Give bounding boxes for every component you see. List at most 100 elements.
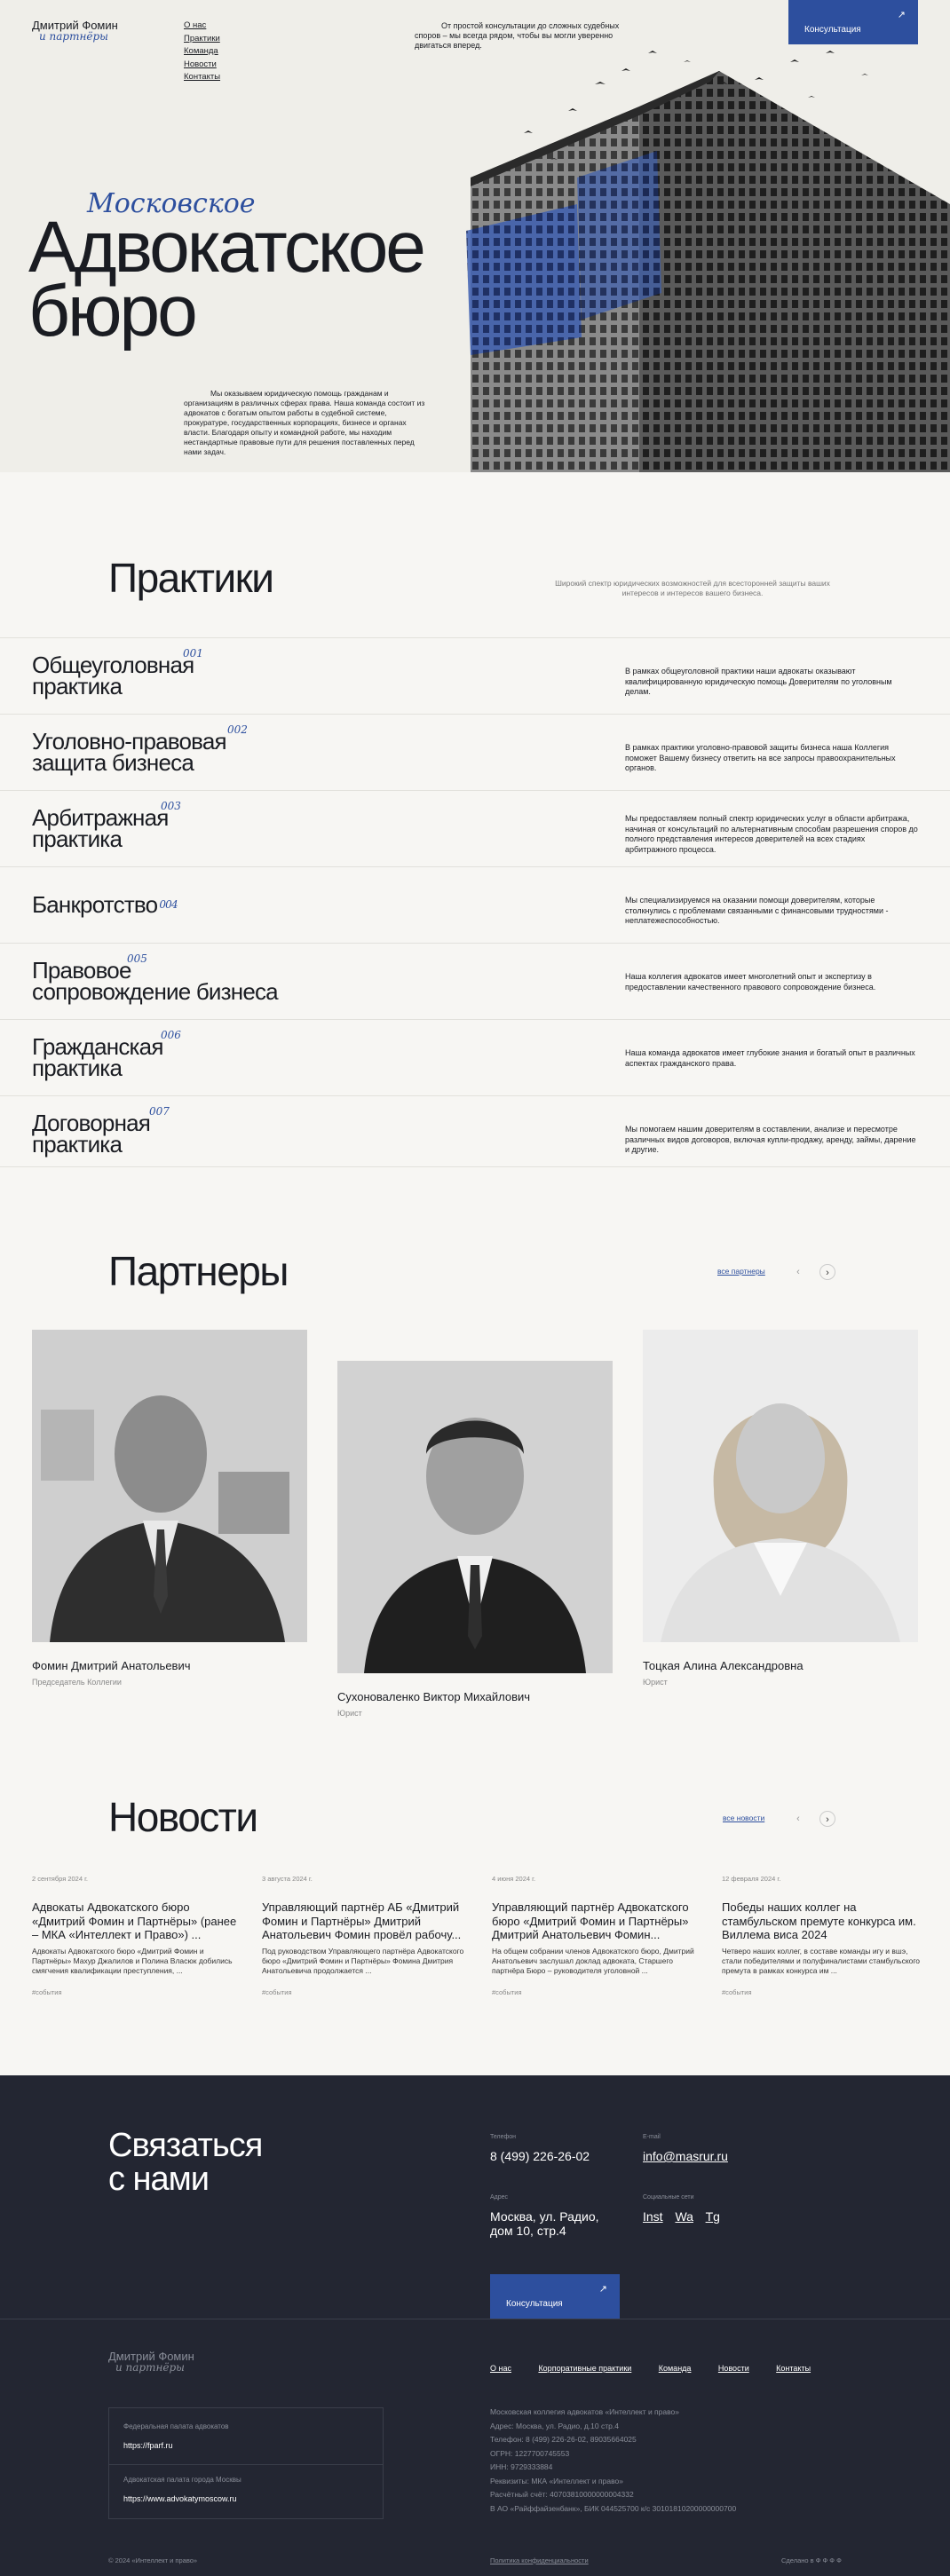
news-card[interactable]: 3 августа 2024 г. Управляющий партнёр АБ … <box>262 1875 470 1996</box>
practice-title: Гражданская практика <box>32 1035 163 1079</box>
company-info: Московская коллегия адвокатов «Интеллект… <box>490 2406 736 2516</box>
hero-quote: От простой консультации до сложных судеб… <box>415 21 620 50</box>
partner-role: Юрист <box>643 1678 668 1687</box>
practice-number: 002 <box>227 723 248 736</box>
email-link[interactable]: info@masrur.ru <box>643 2149 728 2163</box>
footer: Связаться с нами Телефон 8 (499) 226-26-… <box>0 2075 950 2576</box>
news-date: 2 сентября 2024 г. <box>32 1875 89 1883</box>
info-line: Реквизиты: МКА «Интеллект и право» <box>490 2476 623 2485</box>
instagram-link[interactable]: Inst <box>643 2209 663 2224</box>
logo[interactable]: Дмитрий Фомин и партнёры <box>32 20 118 43</box>
telegram-link[interactable]: Tg <box>706 2209 720 2224</box>
email-label: E-mail <box>643 2134 661 2140</box>
all-news-link[interactable]: все новости <box>723 1813 764 1822</box>
privacy-policy-link[interactable]: Политика конфиденциальности <box>490 2556 589 2564</box>
footer-logo[interactable]: Дмитрий Фомин и партнёры <box>108 2351 194 2374</box>
partner-card[interactable]: Тоцкая Алина Александровна Юрист <box>643 1330 918 1687</box>
news-title: Управляющий партнёр АБ «Дмитрий Фомин и … <box>262 1900 462 1941</box>
logo-tagline: и партнёры <box>39 30 108 43</box>
arrow-icon: ↗ <box>897 10 906 20</box>
info-line: ИНН: 9729333884 <box>490 2462 553 2471</box>
info-line: Расчётный счёт: 40703810000000004332 <box>490 2490 634 2499</box>
news-date: 4 июня 2024 г. <box>492 1875 536 1883</box>
news-card[interactable]: 4 июня 2024 г. Управляющий партнёр Адвока… <box>492 1875 700 1996</box>
practices-title: Практики <box>108 555 274 601</box>
partner-role: Юрист <box>337 1709 362 1718</box>
news-next-button[interactable]: › <box>819 1811 835 1827</box>
practice-number: 001 <box>183 647 203 660</box>
footer-link-practices[interactable]: Корпоративные практики <box>538 2364 631 2373</box>
fpa-block: Федеральная палата адвокатов https://fpa… <box>123 2422 229 2450</box>
box-divider <box>109 2464 383 2465</box>
site-credit[interactable]: Сделано в Ф Ф Ф Ф <box>781 2556 842 2564</box>
practice-number: 004 <box>159 898 178 911</box>
news-title: Адвокаты Адвокатского бюро «Дмитрий Фоми… <box>32 1900 237 1941</box>
fpa-link[interactable]: https://fparf.ru <box>123 2441 229 2450</box>
hero-title-line2: бюро <box>28 271 198 352</box>
practice-title: Арбитражная практика <box>32 806 169 852</box>
news-tag: #события <box>32 1988 62 1996</box>
news-title: Управляющий партнёр Адвокатского бюро «Д… <box>492 1900 689 1941</box>
partners-title: Партнеры <box>108 1248 289 1294</box>
practice-number: 007 <box>149 1105 170 1118</box>
phone-label: Телефон <box>490 2134 517 2140</box>
practice-description: Мы предоставляем полный спектр юридическ… <box>625 814 918 854</box>
partner-name: Фомин Дмитрий Анатольевич <box>32 1659 191 1672</box>
practice-row[interactable]: Общеуголовная практика 001 В рамках общеуго… <box>0 637 950 714</box>
practice-row[interactable]: Уголовно-правовая защита бизнеса 002 В рамк… <box>0 714 950 790</box>
phone-value[interactable]: 8 (499) 226-26-02 <box>490 2149 590 2163</box>
news-card[interactable]: 12 февраля 2024 г. Победы наших коллег на… <box>722 1875 930 1996</box>
partner-card[interactable]: Сухоноваленко Виктор Михайлович Юрист <box>337 1361 613 1718</box>
nav-news[interactable]: Новости <box>184 59 220 72</box>
news-card[interactable]: 2 сентября 2024 г. Адвокаты Адвокатского … <box>32 1875 240 1996</box>
practices-subtitle: Широкий спектр юридических возможностей … <box>555 579 830 597</box>
partner-links-box: Федеральная палата адвокатов https://fpa… <box>108 2407 384 2519</box>
footer-link-team[interactable]: Команда <box>659 2364 692 2373</box>
contact-title-line2: с нами <box>108 2161 210 2198</box>
apm-link[interactable]: https://www.advokatymoscow.ru <box>123 2494 241 2503</box>
practice-title-line2: сопровождение бизнеса <box>32 978 279 1005</box>
practice-row[interactable]: Гражданская практика 006 Наша команда адвок… <box>0 1019 950 1095</box>
partner-role: Председатель Коллегии <box>32 1678 122 1687</box>
nav-team[interactable]: Команда <box>184 45 220 59</box>
news-date: 3 августа 2024 г. <box>262 1875 313 1883</box>
info-line: В АО «Райффайзенбанк», БИК 044525700 к/с… <box>490 2503 737 2513</box>
news-prev-button[interactable]: ‹ <box>790 1811 806 1827</box>
fpa-label: Федеральная палата адвокатов <box>123 2422 229 2430</box>
partner-name: Сухоноваленко Виктор Михайлович <box>337 1690 531 1703</box>
footer-link-news[interactable]: Новости <box>718 2364 749 2373</box>
news-title: Победы наших коллег на стамбульском прем… <box>722 1900 916 1941</box>
practice-title-line2: практика <box>32 826 123 852</box>
partner-name: Тоцкая Алина Александровна <box>643 1659 804 1672</box>
news-excerpt: На общем собрании членов Адвокатского бю… <box>492 1947 694 1975</box>
address-block: Адрес Москва, ул. Радио, дом 10, стр.4 <box>490 2194 599 2238</box>
partner-photo <box>32 1330 307 1642</box>
partners-next-button[interactable]: › <box>819 1264 835 1280</box>
consult-button[interactable]: Консультация ↗ <box>788 0 918 44</box>
apm-label: Адвокатская палата города Москвы <box>123 2476 241 2484</box>
practice-description: Наша команда адвокатов имеет глубокие зн… <box>625 1048 915 1068</box>
news-date: 12 февраля 2024 г. <box>722 1875 781 1883</box>
footer-link-about[interactable]: О нас <box>490 2364 511 2373</box>
practice-row[interactable]: Банкротство 004 Мы специализируемся на ока… <box>0 866 950 943</box>
partners-prev-button[interactable]: ‹ <box>790 1264 806 1280</box>
footer-link-contacts[interactable]: Контакты <box>776 2364 811 2373</box>
partner-card[interactable]: Фомин Дмитрий Анатольевич Председатель К… <box>32 1330 307 1687</box>
practice-row[interactable]: Правовое сопровождение бизнеса 005 Наша кол… <box>0 943 950 1019</box>
nav-about[interactable]: О нас <box>184 20 220 33</box>
practice-row[interactable]: Арбитражная практика 003 Мы предоставляем п… <box>0 790 950 866</box>
footer-logo-tagline: и партнёры <box>115 2361 185 2374</box>
apm-block: Адвокатская палата города Москвы https:/… <box>123 2476 241 2503</box>
practice-title: Общеуголовная практика <box>32 653 194 698</box>
all-partners-link[interactable]: все партнеры <box>717 1267 765 1276</box>
partner-photo <box>337 1361 613 1673</box>
nav-contacts[interactable]: Контакты <box>184 71 220 84</box>
contact-title-line1: Связаться <box>108 2127 263 2164</box>
practice-description: Мы помогаем нашим доверителям в составле… <box>625 1125 916 1154</box>
news-title: Новости <box>108 1794 258 1840</box>
whatsapp-link[interactable]: Wa <box>675 2209 693 2224</box>
practice-row[interactable]: Договорная практика 007 Мы помогаем нашим д… <box>0 1095 950 1172</box>
address-label: Адрес <box>490 2194 509 2201</box>
footer-consult-button[interactable]: Консультация ↗ <box>490 2274 620 2319</box>
nav-practices[interactable]: Практики <box>184 33 220 46</box>
